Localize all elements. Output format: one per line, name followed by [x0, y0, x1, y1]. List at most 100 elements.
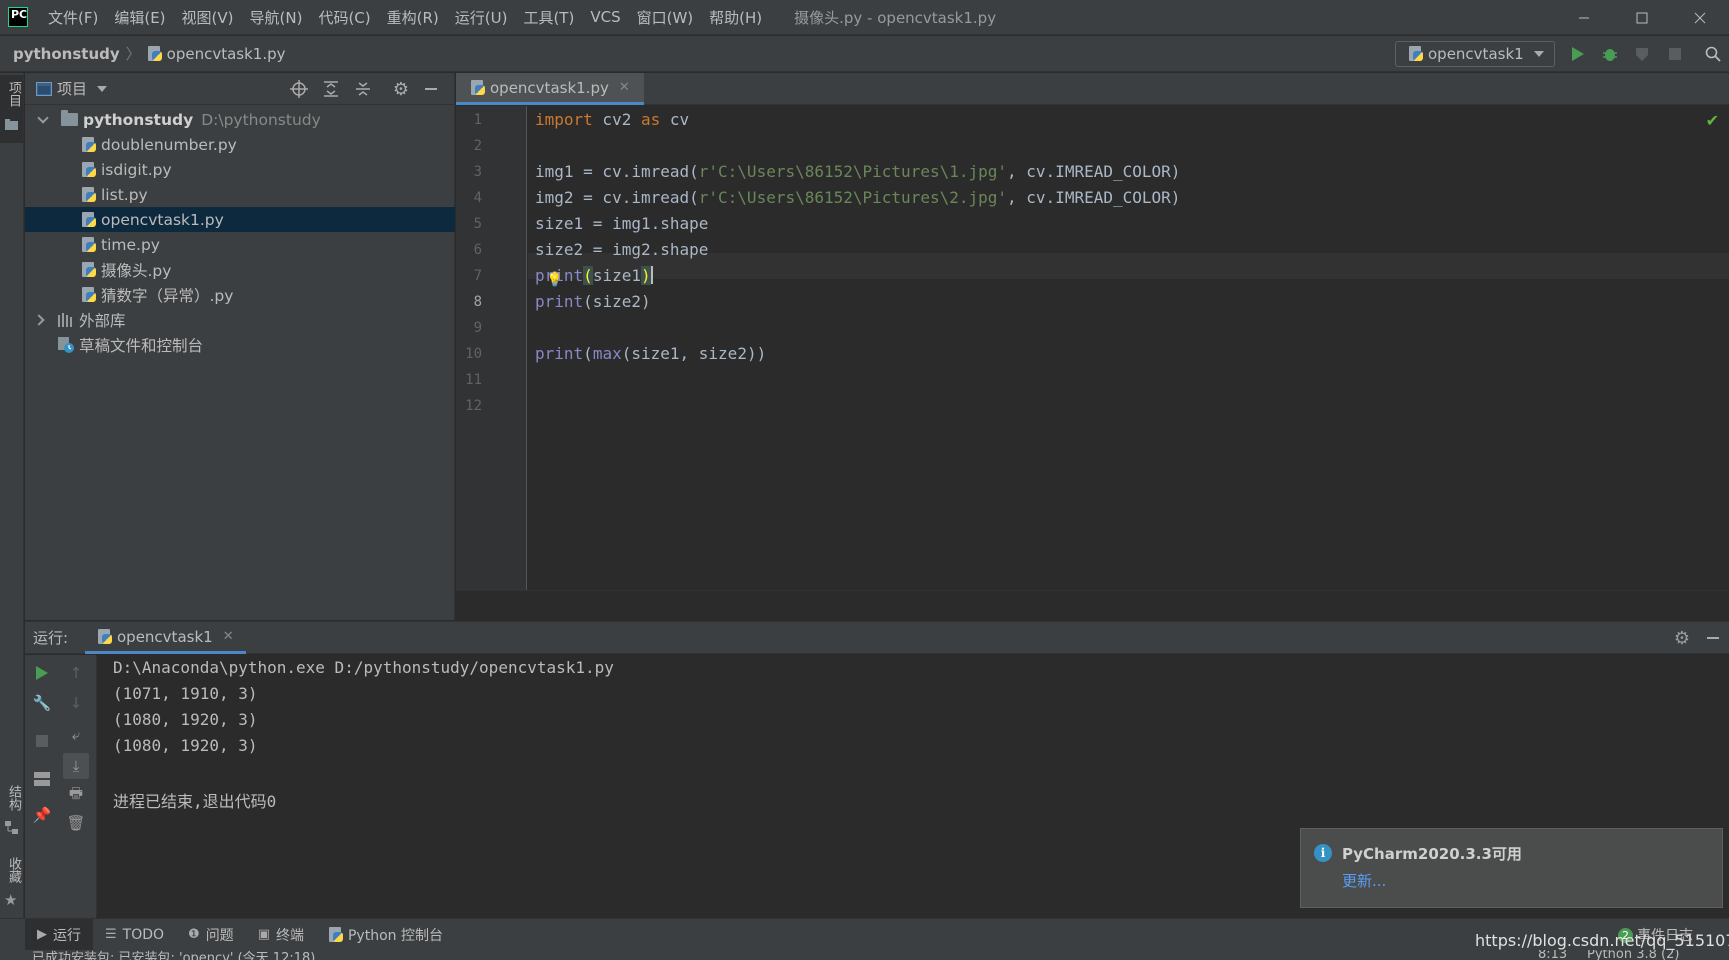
- hide-panel-button[interactable]: [421, 80, 441, 98]
- tool-window-todo[interactable]: ☰ TODO: [93, 919, 176, 951]
- run-tab[interactable]: opencvtask1 ✕: [85, 622, 246, 654]
- code-line-current[interactable]: print(size1): [535, 266, 653, 285]
- tree-file[interactable]: isdigit.py: [25, 157, 455, 182]
- stop-process-button[interactable]: [32, 731, 52, 751]
- tree-file[interactable]: time.py: [25, 232, 455, 257]
- search-button[interactable]: [1703, 44, 1723, 64]
- favorites-tool-button[interactable]: 收藏 ★: [0, 853, 23, 913]
- python-interpreter[interactable]: Python 3.8 (2): [1587, 950, 1679, 960]
- scroll-to-end-button[interactable]: ⤓: [63, 753, 89, 779]
- menu-navigate[interactable]: 导航(N): [242, 7, 311, 28]
- layout-button[interactable]: [32, 769, 52, 789]
- scroll-up-button[interactable]: ↑: [66, 663, 86, 683]
- stop-button[interactable]: [1665, 44, 1685, 64]
- python-file-icon: [1408, 46, 1424, 62]
- structure-tool-button[interactable]: 结构: [0, 783, 23, 845]
- tool-window-problems[interactable]: ❶ 问题: [176, 919, 246, 951]
- code-line[interactable]: print(size2): [535, 292, 651, 311]
- line-number: 7: [473, 268, 482, 284]
- chevron-down-icon: [1534, 51, 1544, 57]
- menu-run[interactable]: 运行(U): [447, 7, 516, 28]
- expand-all-button[interactable]: [321, 80, 341, 98]
- line-number-gutter: 1 2 3 4 5 6 7 8 9 10 11 12: [456, 106, 527, 590]
- tree-external-libraries[interactable]: 外部库: [25, 307, 455, 332]
- code-line[interactable]: import cv2 as cv: [535, 110, 689, 129]
- menu-edit[interactable]: 编辑(E): [106, 7, 173, 28]
- close-tab-icon[interactable]: ✕: [223, 629, 234, 644]
- status-message[interactable]: 已成功安装包: 已安装包: 'opencv' (今天 12:18): [32, 950, 315, 960]
- minimize-button[interactable]: [1555, 0, 1613, 35]
- inspection-ok-icon[interactable]: ✔: [1706, 111, 1719, 130]
- soft-wrap-button[interactable]: ⤶: [66, 725, 86, 745]
- file-name: 猜数字（异常）.py: [101, 286, 234, 305]
- rerun-button[interactable]: [32, 663, 52, 683]
- code-line[interactable]: print(max(size1, size2)): [535, 344, 766, 363]
- list-icon: ☰: [105, 927, 117, 942]
- print-button[interactable]: 🖶: [66, 784, 86, 805]
- close-window-button[interactable]: [1671, 0, 1729, 35]
- code-line[interactable]: size2 = img2.shape: [535, 240, 708, 259]
- editor-horizontal-scrollbar[interactable]: [456, 590, 1729, 620]
- scroll-down-button[interactable]: ↓: [66, 693, 86, 713]
- project-tool-button[interactable]: 项目: [0, 75, 23, 143]
- code-line[interactable]: img2 = cv.imread(r'C:\Users\86152\Pictur…: [535, 188, 1180, 207]
- clear-output-button[interactable]: 🗑: [66, 813, 86, 833]
- project-settings-button[interactable]: ⚙: [391, 78, 411, 100]
- coverage-button[interactable]: [1632, 44, 1652, 64]
- line-number: 4: [473, 190, 482, 206]
- tree-file[interactable]: list.py: [25, 182, 455, 207]
- python-file-icon: [97, 628, 113, 645]
- editor-tab-bar: opencvtask1.py ✕: [456, 73, 1729, 105]
- chevron-down-icon[interactable]: [97, 85, 108, 92]
- tree-scratches[interactable]: 草稿文件和控制台: [25, 332, 455, 357]
- pin-button[interactable]: 📌: [32, 805, 52, 825]
- locate-file-button[interactable]: [289, 80, 309, 98]
- chevron-down-icon[interactable]: [37, 111, 49, 124]
- menu-help[interactable]: 帮助(H): [701, 7, 770, 28]
- line-number: 9: [473, 320, 482, 336]
- gear-icon: ⚙: [392, 78, 410, 100]
- editor-tab[interactable]: opencvtask1.py ✕: [456, 73, 644, 105]
- cursor-position[interactable]: 8:13: [1538, 950, 1567, 960]
- tree-root[interactable]: pythonstudy D:\pythonstudy: [25, 107, 455, 132]
- menu-tools[interactable]: 工具(T): [515, 7, 582, 28]
- menu-code[interactable]: 代码(C): [310, 7, 378, 28]
- tool-window-terminal[interactable]: ▣ 终端: [246, 919, 316, 951]
- breadcrumb-project[interactable]: pythonstudy: [13, 45, 120, 63]
- run-panel-header: 运行: opencvtask1 ✕ ⚙: [25, 622, 1729, 654]
- tool-window-python-console[interactable]: Python 控制台: [316, 919, 455, 951]
- code-line[interactable]: size1 = img1.shape: [535, 214, 708, 233]
- tree-file[interactable]: doublenumber.py: [25, 132, 455, 157]
- tool-window-run[interactable]: ▶ 运行: [25, 918, 93, 951]
- menu-view[interactable]: 视图(V): [174, 7, 242, 28]
- breadcrumb-file[interactable]: opencvtask1.py: [167, 45, 286, 63]
- edit-config-button[interactable]: 🔧: [32, 693, 52, 713]
- debug-button[interactable]: [1600, 44, 1620, 64]
- menu-vcs[interactable]: VCS: [582, 8, 628, 26]
- code-builtin: print: [535, 266, 584, 285]
- collapse-all-button[interactable]: [353, 80, 373, 98]
- external-libraries-label: 外部库: [79, 311, 126, 330]
- project-tool-label: 项目: [6, 81, 21, 107]
- hide-run-panel-button[interactable]: [1703, 628, 1723, 648]
- line-number: 12: [465, 398, 482, 414]
- run-settings-button[interactable]: ⚙: [1672, 628, 1692, 649]
- menu-file[interactable]: 文件(F): [40, 7, 106, 28]
- update-link[interactable]: 更新...: [1342, 870, 1386, 891]
- chevron-right-icon[interactable]: [33, 313, 45, 326]
- code-builtin: max: [592, 344, 622, 363]
- code-bracket-match: ): [640, 266, 651, 285]
- tree-file[interactable]: 猜数字（异常）.py: [25, 282, 455, 307]
- project-panel-title[interactable]: 项目: [57, 78, 87, 99]
- code-keyword: import: [535, 110, 593, 129]
- menu-refactor[interactable]: 重构(R): [379, 7, 447, 28]
- run-button[interactable]: [1568, 44, 1588, 64]
- tree-file-selected[interactable]: opencvtask1.py: [25, 207, 455, 232]
- tree-file[interactable]: 摄像头.py: [25, 257, 455, 282]
- code-line[interactable]: img1 = cv.imread(r'C:\Users\86152\Pictur…: [535, 162, 1180, 181]
- close-tab-icon[interactable]: ✕: [619, 80, 630, 95]
- run-configuration-select[interactable]: opencvtask1: [1395, 41, 1555, 67]
- logo-text: PC: [11, 8, 28, 21]
- menu-window[interactable]: 窗口(W): [629, 7, 702, 28]
- maximize-button[interactable]: [1613, 0, 1671, 35]
